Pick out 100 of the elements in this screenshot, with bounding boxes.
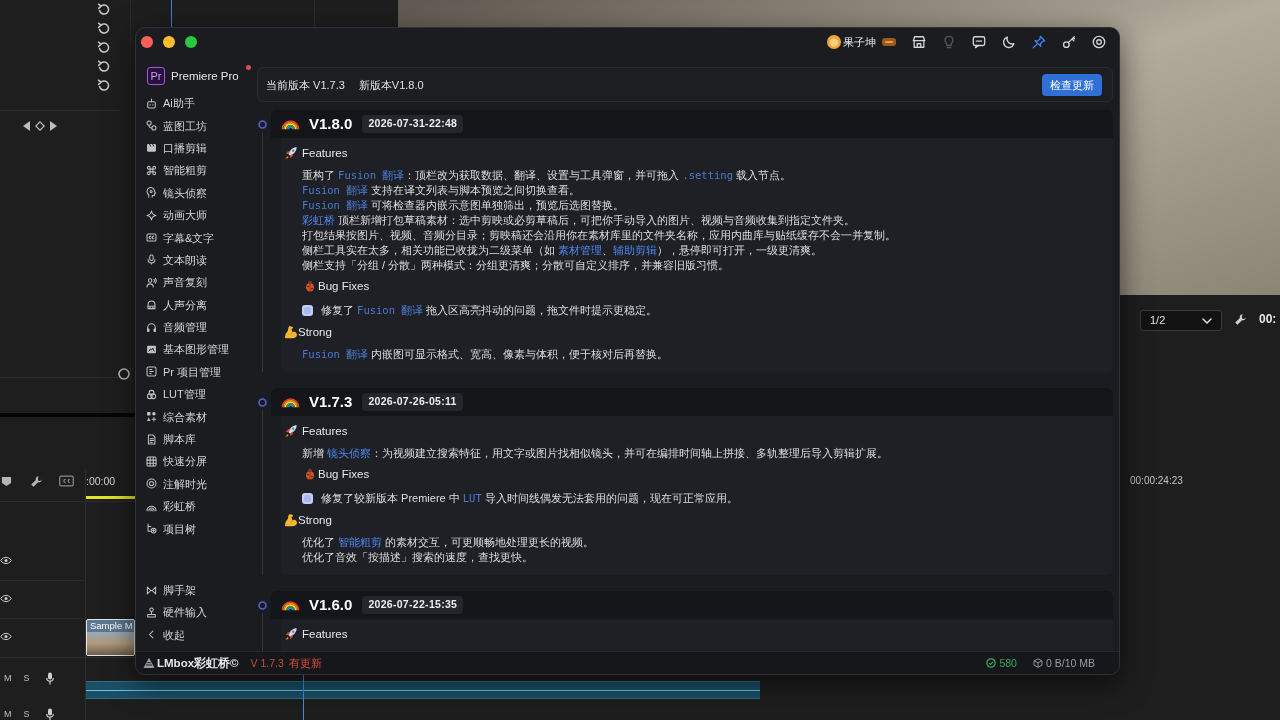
storage-label: 0 B/10 MB — [1045, 656, 1095, 670]
reset-icon[interactable] — [97, 79, 111, 91]
target-icon — [146, 478, 157, 490]
page-dropdown[interactable]: 1/2 — [1140, 310, 1222, 331]
mute-button[interactable]: M — [4, 709, 12, 720]
sidebar-item[interactable]: 口播剪辑 — [136, 136, 256, 160]
microphone-icon[interactable] — [45, 708, 54, 720]
slider-handle-icon[interactable] — [118, 368, 130, 380]
rainbow-icon — [281, 118, 300, 130]
sparkle-icon — [146, 209, 157, 221]
headphones-icon — [146, 321, 157, 333]
eye-icon[interactable] — [0, 556, 12, 565]
previous-keyframe-icon[interactable] — [23, 121, 30, 131]
playhead-line — [171, 0, 172, 27]
sidebar-item[interactable]: 彩虹桥 — [136, 495, 256, 518]
check-circle-icon — [986, 658, 997, 668]
pin-icon[interactable] — [1032, 35, 1046, 49]
update-notice: 有更新 — [288, 656, 322, 670]
changelog-line: 优化了音效「按描述」搜索的速度，查找更快。 — [302, 550, 534, 565]
changelog-line: 重构了 Fusion 翻译：顶栏改为获取数据、翻译、设置与工具弹窗，并可拖入 .setting 载入节点。 — [302, 168, 793, 183]
feature-link[interactable]: 镜头侦察 — [327, 447, 372, 459]
marker-icon[interactable] — [1, 476, 12, 487]
count-label: 580 — [999, 656, 1017, 670]
store-icon[interactable] — [912, 35, 926, 49]
sidebar-item[interactable]: 字幕&文字 — [136, 226, 256, 249]
reset-icon[interactable] — [97, 60, 111, 72]
solo-button[interactable]: S — [23, 673, 30, 684]
close-button[interactable] — [141, 36, 153, 48]
changelog-line: Fusion 翻译 可将检查器内嵌示意图单独筛出，预览后选图替换。 — [302, 198, 626, 213]
minimize-button[interactable] — [163, 36, 175, 48]
triangle-logo-icon — [143, 657, 155, 669]
sidebar-item[interactable]: 动画大师 — [136, 203, 256, 227]
sidebar-item[interactable]: 智能粗剪 — [136, 159, 256, 182]
next-keyframe-icon[interactable] — [50, 121, 57, 131]
changelog-line: Fusion 翻译 内嵌图可显示格式、宽高、像素与体积，便于核对后再替换。 — [302, 347, 670, 362]
captions-icon[interactable] — [59, 475, 74, 487]
check-update-button[interactable]: 检查更新 — [1042, 73, 1102, 96]
key-icon[interactable] — [1062, 35, 1076, 49]
settings-icon[interactable] — [1092, 35, 1106, 49]
speaking-person-icon — [146, 276, 157, 288]
wrench-icon[interactable] — [1234, 313, 1247, 326]
section-title: Bug Fixes — [318, 467, 370, 481]
sidebar-item[interactable]: 注解时光 — [136, 472, 256, 496]
timecode: 00: — [1259, 312, 1277, 326]
sidebar-item[interactable]: 声音复刻 — [136, 271, 256, 294]
wrench-icon[interactable] — [30, 475, 43, 488]
solo-button[interactable]: S — [23, 709, 30, 720]
changelog-line: 修复了较新版本 Premiere 中 LUT 导入时间线偶发无法套用的问题，现在可正常应用。 — [321, 490, 738, 506]
app-name: Premiere Pro — [171, 69, 239, 83]
sidebar-item[interactable]: Ai助手 — [136, 92, 256, 115]
maximize-button[interactable] — [185, 36, 197, 48]
mute-button[interactable]: M — [4, 673, 12, 684]
sidebar-item[interactable]: 项目树 — [136, 517, 256, 540]
eye-icon[interactable] — [0, 594, 12, 603]
changelog-line: 新增 镜头侦察：为视频建立搜索特征，用文字或图片找相似镜头，并可在编排时间轴上拼接、多轨整理后导入剪辑扩展。 — [302, 446, 890, 461]
microphone-icon — [146, 254, 157, 266]
sidebar-item[interactable]: LUT管理 — [136, 383, 256, 406]
sidebar-item[interactable]: 收起 — [136, 623, 256, 646]
ladybug-icon — [304, 280, 316, 292]
sidebar-item[interactable]: 文本朗读 — [136, 248, 256, 272]
sidebar-item[interactable]: 脚手架 — [136, 578, 256, 602]
chevron-down-icon — [1202, 317, 1212, 324]
flexed-arm-icon — [284, 325, 298, 339]
sidebar-item[interactable]: 音频管理 — [136, 315, 256, 339]
timeline-dot-icon — [257, 120, 267, 129]
clapperboard-icon — [146, 142, 157, 154]
app-logo: Pr — [147, 67, 165, 85]
release-date: 2026-07-26-05:11 — [362, 393, 463, 411]
reset-icon[interactable] — [97, 41, 111, 53]
sidebar-item[interactable]: 综合素材 — [136, 405, 256, 428]
reset-icon[interactable] — [97, 3, 111, 15]
sidebar-item[interactable]: 硬件输入 — [136, 601, 256, 624]
feature-link[interactable]: 辅助剪辑 — [613, 244, 658, 256]
head-profile-icon — [146, 187, 157, 199]
timeline-dot-icon — [257, 398, 267, 407]
sidebar-item[interactable]: 基本图形管理 — [136, 338, 256, 361]
keyframe-icon[interactable] — [35, 121, 45, 131]
reset-icon[interactable] — [97, 22, 111, 34]
microphone-icon[interactable] — [45, 672, 54, 685]
sidebar-item[interactable]: 蓝图工坊 — [136, 114, 256, 137]
sidebar-item[interactable]: 快速分屏 — [136, 450, 256, 473]
playhead-line — [303, 675, 304, 720]
version-title: V1.7.3 — [309, 393, 353, 411]
joystick-icon — [146, 606, 157, 618]
square-bullet-icon — [302, 492, 313, 504]
eye-icon[interactable] — [0, 632, 12, 641]
rocket-icon — [284, 424, 298, 438]
sidebar-item[interactable]: 脚本库 — [136, 427, 256, 451]
branch-plus-icon — [146, 523, 157, 535]
brand-name: LMbox彩虹桥© — [157, 656, 239, 670]
sidebar-item[interactable]: 人声分离 — [136, 293, 256, 316]
feature-link[interactable]: 彩虹桥 — [302, 214, 335, 226]
moon-icon[interactable] — [1002, 35, 1016, 49]
timecode: 00:00:24:23 — [1130, 475, 1183, 487]
sidebar-item[interactable]: 镜头侦察 — [136, 181, 256, 204]
feature-link[interactable]: 智能粗剪 — [338, 536, 383, 548]
changelog-line: 侧栏工具实在太多，相关功能已收拢为二级菜单（如 素材管理、辅助剪辑），悬停即可打开，一级更清爽。 — [302, 243, 824, 258]
chat-icon[interactable] — [972, 35, 986, 49]
avatar-icon[interactable] — [827, 35, 841, 49]
sidebar-item[interactable]: Pr 项目管理 — [136, 360, 256, 384]
